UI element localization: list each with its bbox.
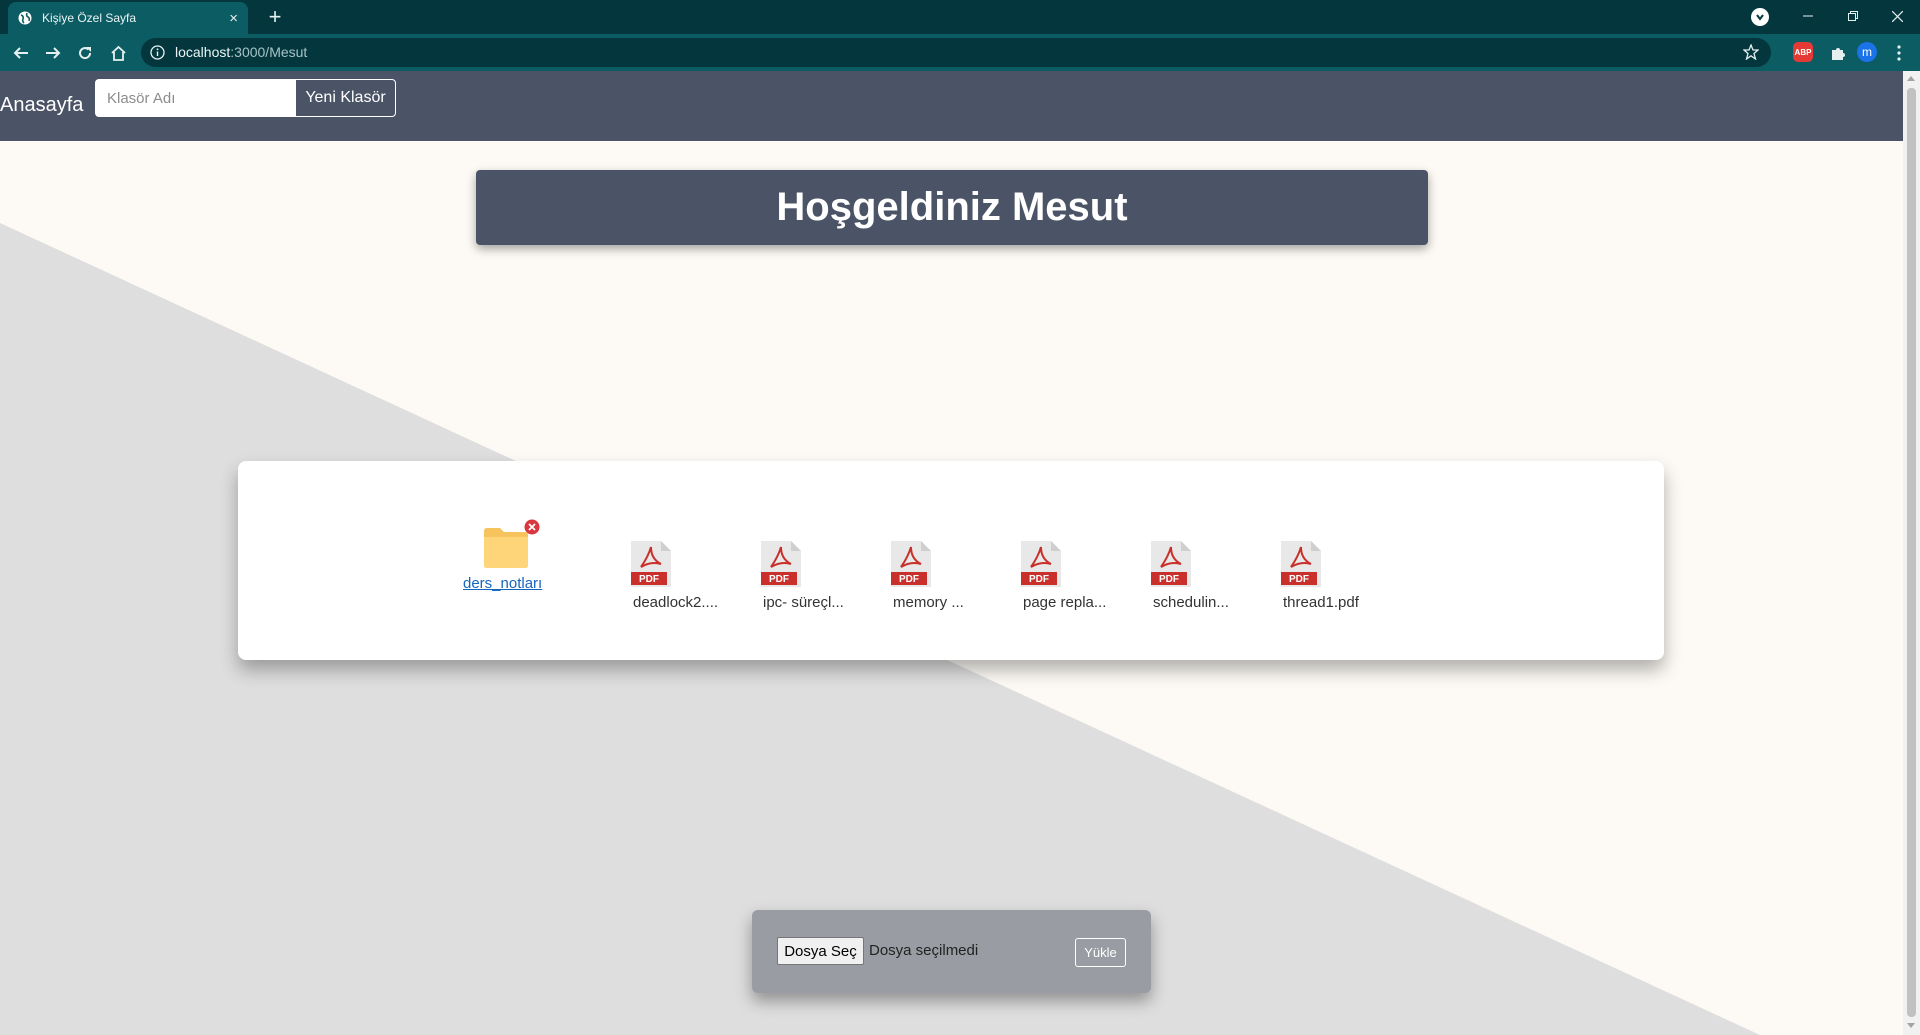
file-name: deadlock2.... xyxy=(633,594,719,611)
file-name: schedulin... xyxy=(1153,594,1229,611)
file-name: ipc- süreçl... xyxy=(763,594,844,611)
folder-item[interactable]: ders_notları xyxy=(463,519,563,603)
new-folder-button[interactable]: Yeni Klasör xyxy=(295,79,396,117)
browser-tab[interactable]: Kişiye Özel Sayfa × xyxy=(8,2,248,34)
url-host: localhost xyxy=(175,44,231,60)
adblock-icon[interactable]: ABP xyxy=(1793,42,1813,62)
file-item[interactable]: PDF schedulin... xyxy=(1147,541,1257,611)
folder-link[interactable]: ders_notları xyxy=(463,575,542,592)
tab-title: Kişiye Özel Sayfa xyxy=(42,11,137,25)
upload-button[interactable]: Yükle xyxy=(1075,938,1126,967)
file-item[interactable]: PDF ipc- süreçl... xyxy=(757,541,867,611)
pdf-icon: PDF xyxy=(1019,541,1061,587)
navbar: Anasayfa Yeni Klasör xyxy=(0,71,1920,141)
pdf-icon: PDF xyxy=(629,541,671,587)
no-file-selected-text: Dosya seçilmedi xyxy=(869,942,979,959)
minimize-icon[interactable] xyxy=(1785,0,1831,32)
close-window-icon[interactable] xyxy=(1874,0,1920,32)
scroll-up-arrow[interactable] xyxy=(1907,76,1915,81)
adblock-label: ABP xyxy=(1794,47,1812,57)
tab-search-icon[interactable] xyxy=(1751,8,1769,26)
url-text: localhost:3000/Mesut xyxy=(175,44,307,60)
home-link[interactable]: Anasayfa xyxy=(0,94,83,117)
svg-text:PDF: PDF xyxy=(1029,574,1049,585)
browser-tabbar: Kişiye Özel Sayfa × + xyxy=(0,0,1920,34)
page-content: Anasayfa Yeni Klasör Hoşgeldiniz Mesut d… xyxy=(0,71,1920,1035)
scroll-thumb[interactable] xyxy=(1907,88,1916,1017)
delete-folder-icon[interactable] xyxy=(524,519,540,535)
scroll-down-arrow[interactable] xyxy=(1907,1023,1915,1028)
welcome-title: Hoşgeldiniz Mesut xyxy=(776,185,1128,229)
restore-icon[interactable] xyxy=(1830,0,1876,32)
folder-name-input[interactable] xyxy=(95,79,296,117)
forward-arrow-icon[interactable] xyxy=(39,39,67,67)
pdf-icon: PDF xyxy=(1149,541,1191,587)
file-item[interactable]: PDF deadlock2.... xyxy=(627,541,737,611)
pdf-icon: PDF xyxy=(889,541,931,587)
pdf-icon: PDF xyxy=(759,541,801,587)
menu-kebab-icon[interactable] xyxy=(1885,39,1913,67)
reload-icon[interactable] xyxy=(71,39,99,67)
close-tab-icon[interactable]: × xyxy=(229,10,238,27)
files-panel: ders_notları PDF deadlock2.... PDF ipc- … xyxy=(238,461,1664,660)
info-icon[interactable] xyxy=(150,45,165,60)
svg-text:PDF: PDF xyxy=(769,574,789,585)
folder-icon[interactable] xyxy=(483,523,529,569)
profile-letter: m xyxy=(1862,45,1872,59)
bookmark-star-icon[interactable] xyxy=(1742,43,1760,65)
home-icon[interactable] xyxy=(104,39,132,67)
extensions-puzzle-icon[interactable] xyxy=(1824,39,1852,67)
new-tab-button[interactable]: + xyxy=(262,4,288,30)
file-name: thread1.pdf xyxy=(1283,594,1359,611)
file-name: memory ... xyxy=(893,594,964,611)
profile-avatar-icon[interactable]: m xyxy=(1857,42,1877,62)
scrollbar[interactable] xyxy=(1903,71,1920,1035)
file-name: page repla... xyxy=(1023,594,1107,611)
file-item[interactable]: PDF thread1.pdf xyxy=(1277,541,1387,611)
svg-text:PDF: PDF xyxy=(1289,574,1309,585)
choose-file-button[interactable]: Dosya Seç xyxy=(777,937,864,965)
globe-icon xyxy=(18,11,32,25)
url-path: :3000/Mesut xyxy=(230,44,308,60)
pdf-icon: PDF xyxy=(1279,541,1321,587)
address-bar[interactable]: localhost:3000/Mesut xyxy=(141,38,1771,67)
file-item[interactable]: PDF memory ... xyxy=(887,541,997,611)
svg-text:PDF: PDF xyxy=(1159,574,1179,585)
file-item[interactable]: PDF page repla... xyxy=(1017,541,1127,611)
svg-text:PDF: PDF xyxy=(899,574,919,585)
back-arrow-icon[interactable] xyxy=(7,39,35,67)
svg-text:PDF: PDF xyxy=(639,574,659,585)
welcome-banner: Hoşgeldiniz Mesut xyxy=(476,170,1428,245)
upload-panel: Dosya Seç Dosya seçilmedi Yükle xyxy=(752,910,1151,993)
browser-toolbar: localhost:3000/Mesut ABP m xyxy=(0,34,1920,71)
